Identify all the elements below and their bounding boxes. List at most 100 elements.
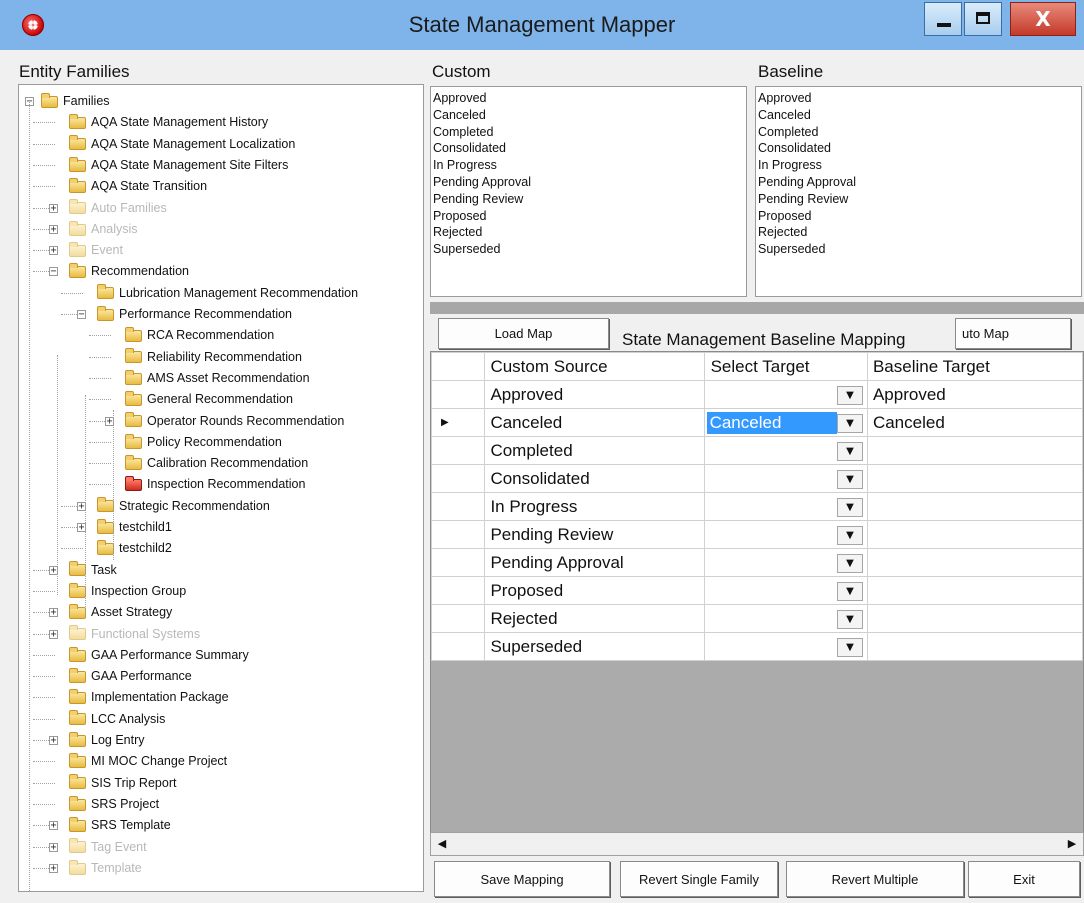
splitter[interactable] (430, 302, 1084, 314)
row-header[interactable] (431, 548, 486, 577)
tree-node[interactable]: Inspection Recommendation (125, 474, 305, 494)
row-header[interactable] (431, 380, 486, 409)
tree-node[interactable]: Recommendation (69, 261, 189, 281)
tree-node[interactable]: Event (69, 240, 123, 260)
chevron-down-icon[interactable]: ▼ (836, 610, 863, 629)
expand-icon[interactable]: + (49, 842, 58, 852)
list-item[interactable]: Approved (433, 90, 744, 107)
table-row[interactable]: Pending Approval ▼ (431, 548, 1083, 577)
save-mapping-button[interactable]: Save Mapping (434, 861, 610, 897)
expand-icon[interactable]: + (49, 246, 58, 256)
list-item[interactable]: Rejected (433, 224, 744, 241)
auto-map-button[interactable]: uto Map (955, 318, 1071, 349)
table-row[interactable]: Pending Review ▼ (431, 520, 1083, 549)
entity-families-tree[interactable]: − Families AQA State Management History AQA… (18, 84, 424, 892)
table-row[interactable]: Superseded ▼ (431, 632, 1083, 661)
table-row[interactable]: ▶ Canceled Canceled ▼ Canceled (431, 408, 1083, 437)
minimize-button[interactable] (924, 2, 962, 36)
tree-node[interactable]: Strategic Recommendation (97, 496, 270, 516)
row-header[interactable] (431, 464, 486, 493)
tree-node[interactable]: Task (69, 560, 117, 580)
column-header-custom-source[interactable]: Custom Source (484, 352, 705, 381)
chevron-down-icon[interactable]: ▼ (836, 638, 863, 657)
list-item[interactable]: Consolidated (433, 140, 744, 157)
load-map-button[interactable]: Load Map (438, 318, 609, 349)
select-target-dropdown[interactable]: ▼ (703, 520, 868, 549)
select-target-dropdown[interactable]: ▼ (703, 436, 868, 465)
chevron-down-icon[interactable]: ▼ (836, 582, 863, 601)
column-header-baseline-target[interactable]: Baseline Target (866, 352, 1083, 381)
row-header[interactable]: ▶ (431, 408, 486, 437)
expand-icon[interactable]: + (49, 608, 58, 618)
revert-single-family-button[interactable]: Revert Single Family (620, 861, 778, 897)
row-header[interactable] (431, 520, 486, 549)
select-target-dropdown[interactable]: ▼ (703, 548, 868, 577)
scroll-left-icon[interactable]: ◀ (431, 833, 453, 855)
list-item[interactable]: Pending Review (758, 191, 1079, 208)
revert-multiple-button[interactable]: Revert Multiple (786, 861, 964, 897)
list-item[interactable]: Superseded (758, 241, 1079, 258)
tree-node[interactable]: Functional Systems (69, 624, 200, 644)
tree-node[interactable]: GAA Performance (69, 666, 192, 686)
tree-node[interactable]: Policy Recommendation (125, 432, 282, 452)
chevron-down-icon[interactable]: ▼ (836, 414, 863, 433)
tree-node[interactable]: LCC Analysis (69, 709, 165, 729)
expand-icon[interactable]: + (49, 821, 58, 831)
expand-icon[interactable]: + (49, 224, 58, 234)
close-button[interactable]: X (1010, 2, 1076, 36)
exit-button[interactable]: Exit (968, 861, 1080, 897)
chevron-down-icon[interactable]: ▼ (836, 470, 863, 489)
tree-node[interactable]: SRS Template (69, 815, 171, 835)
list-item[interactable]: Consolidated (758, 140, 1079, 157)
tree-node[interactable]: MI MOC Change Project (69, 751, 227, 771)
list-item[interactable]: Completed (433, 124, 744, 141)
chevron-down-icon[interactable]: ▼ (836, 526, 863, 545)
tree-node[interactable]: Lubrication Management Recommendation (97, 283, 358, 303)
horizontal-scrollbar[interactable]: ◀ ▶ (430, 832, 1084, 856)
tree-node[interactable]: GAA Performance Summary (69, 645, 249, 665)
tree-node[interactable]: Performance Recommendation (97, 304, 292, 324)
expand-icon[interactable]: + (49, 863, 58, 873)
expand-icon[interactable]: + (49, 203, 58, 213)
list-item[interactable]: Proposed (433, 208, 744, 225)
list-item[interactable]: Superseded (433, 241, 744, 258)
tree-node[interactable]: Tag Event (69, 837, 147, 857)
tree-node[interactable]: Auto Families (69, 198, 167, 218)
custom-states-list[interactable]: Approved Canceled Completed Consolidated In … (430, 86, 747, 297)
select-target-dropdown[interactable]: Canceled ▼ (703, 408, 868, 437)
table-row[interactable]: Completed ▼ (431, 436, 1083, 465)
list-item[interactable]: Canceled (758, 107, 1079, 124)
select-target-dropdown[interactable]: ▼ (703, 604, 868, 633)
list-item[interactable]: Canceled (433, 107, 744, 124)
table-row[interactable]: Approved ▼ Approved (431, 380, 1083, 409)
tree-node[interactable]: Analysis (69, 219, 138, 239)
tree-node[interactable]: Inspection Group (69, 581, 186, 601)
row-header[interactable] (431, 604, 486, 633)
row-header[interactable] (431, 492, 486, 521)
list-item[interactable]: Pending Approval (433, 174, 744, 191)
tree-node[interactable]: AMS Asset Recommendation (125, 368, 310, 388)
tree-node[interactable]: SRS Project (69, 794, 159, 814)
tree-node[interactable]: Calibration Recommendation (125, 453, 308, 473)
row-header[interactable] (431, 436, 486, 465)
tree-node[interactable]: Operator Rounds Recommendation (125, 411, 344, 431)
list-item[interactable]: Approved (758, 90, 1079, 107)
tree-node[interactable]: Families (41, 91, 110, 111)
row-header[interactable] (431, 632, 486, 661)
row-header[interactable] (431, 576, 486, 605)
list-item[interactable]: In Progress (758, 157, 1079, 174)
table-row[interactable]: Proposed ▼ (431, 576, 1083, 605)
select-target-dropdown[interactable]: ▼ (703, 464, 868, 493)
tree-node[interactable]: Template (69, 858, 142, 878)
tree-node[interactable]: General Recommendation (125, 389, 293, 409)
tree-node[interactable]: RCA Recommendation (125, 325, 274, 345)
tree-node[interactable]: Reliability Recommendation (125, 347, 302, 367)
tree-node[interactable]: Log Entry (69, 730, 145, 750)
tree-node[interactable]: AQA State Management Site Filters (69, 155, 288, 175)
table-row[interactable]: Rejected ▼ (431, 604, 1083, 633)
chevron-down-icon[interactable]: ▼ (836, 554, 863, 573)
select-target-dropdown[interactable]: ▼ (703, 632, 868, 661)
table-row[interactable]: In Progress ▼ (431, 492, 1083, 521)
maximize-button[interactable] (964, 2, 1002, 36)
tree-node[interactable]: SIS Trip Report (69, 773, 176, 793)
